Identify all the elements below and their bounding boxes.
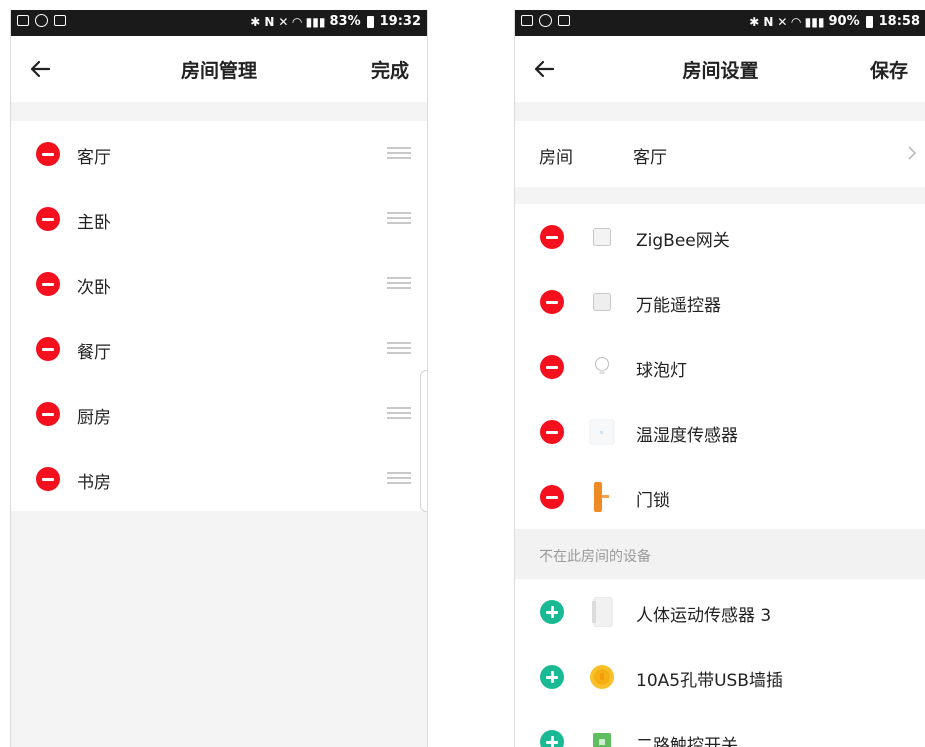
section-title: 不在此房间的设备	[539, 549, 651, 565]
device-row: 人体运动传感器 3	[515, 579, 925, 644]
other-device-list: 人体运动传感器 3 10A5孔带USB墙插 二路触控开关	[515, 579, 925, 747]
device-label: ZigBee网关	[636, 231, 730, 251]
status-bar: ✱ N ✕ ◠ ▮▮▮ 83% 19:32	[11, 10, 427, 36]
remove-room-button[interactable]	[36, 402, 60, 426]
clock: 19:32	[379, 14, 421, 29]
drag-handle-icon[interactable]	[387, 407, 411, 421]
battery-icon	[865, 15, 873, 28]
remove-device-button[interactable]	[540, 485, 564, 509]
battery-level: 90%	[828, 14, 860, 29]
room-field[interactable]: 房间 客厅	[515, 121, 925, 187]
drag-handle-icon[interactable]	[387, 147, 411, 161]
drag-handle-icon[interactable]	[387, 342, 411, 356]
signal-icon: ▮▮▮	[305, 14, 326, 29]
device-row: 10A5孔带USB墙插	[515, 644, 925, 709]
device-row: 门锁	[515, 464, 925, 529]
room-label: 主卧	[77, 213, 111, 233]
add-device-button[interactable]	[540, 730, 564, 747]
thermo-sensor-icon	[589, 418, 615, 446]
nfc-icon: N	[763, 14, 774, 29]
section-header: 不在此房间的设备	[515, 529, 925, 579]
drag-handle-icon[interactable]	[387, 212, 411, 226]
done-button[interactable]: 完成	[371, 56, 409, 83]
battery-icon	[366, 15, 374, 28]
room-settings-screen: ✱ N ✕ ◠ ▮▮▮ 90% 18:58 房间设置 保存 房间 客厅 ZigB…	[514, 10, 925, 747]
save-button[interactable]: 保存	[870, 56, 908, 83]
room-row: 餐厅	[11, 316, 427, 381]
room-label: 餐厅	[77, 343, 111, 363]
remove-room-button[interactable]	[36, 142, 60, 166]
device-row: ZigBee网关	[515, 204, 925, 269]
chevron-right-icon	[908, 146, 917, 160]
room-label: 次卧	[77, 278, 111, 298]
wall-socket-icon	[589, 663, 615, 691]
clock: 18:58	[878, 14, 920, 29]
motion-sensor-icon	[589, 597, 615, 627]
device-label: 二路触控开关	[636, 736, 738, 747]
remove-room-button[interactable]	[36, 337, 60, 361]
battery-level: 83%	[329, 14, 361, 29]
edge-panel-handle[interactable]	[420, 370, 427, 512]
in-room-device-list: ZigBee网关 万能遥控器 球泡灯 温湿度传感器 门锁	[515, 204, 925, 529]
room-row: 厨房	[11, 381, 427, 446]
remove-device-button[interactable]	[540, 420, 564, 444]
gateway-icon	[589, 223, 615, 251]
signal-icon: ▮▮▮	[804, 14, 825, 29]
remove-room-button[interactable]	[36, 272, 60, 296]
device-label: 门锁	[636, 491, 670, 511]
mail-notification-icon	[558, 15, 570, 26]
room-list: 客厅 主卧 次卧 餐厅 厨房 书房	[11, 121, 427, 511]
room-label: 客厅	[77, 148, 111, 168]
status-bar: ✱ N ✕ ◠ ▮▮▮ 90% 18:58	[515, 10, 925, 36]
room-row: 主卧	[11, 186, 427, 251]
gallery-notification-icon	[17, 15, 29, 26]
door-lock-icon	[589, 482, 615, 512]
bluetooth-icon: ✱	[250, 14, 261, 29]
mute-icon: ✕	[278, 14, 289, 29]
remote-icon	[589, 288, 615, 316]
bluetooth-icon: ✱	[749, 14, 760, 29]
room-field-label: 房间	[539, 148, 573, 168]
room-management-screen: ✱ N ✕ ◠ ▮▮▮ 83% 19:32 房间管理 完成 客厅 主卧 次卧 餐…	[10, 10, 428, 747]
mute-icon: ✕	[777, 14, 788, 29]
app-bar: 房间设置 保存	[515, 36, 925, 102]
mail-notification-icon	[54, 15, 66, 26]
touch-switch-icon	[589, 728, 615, 747]
remove-room-button[interactable]	[36, 207, 60, 231]
room-label: 厨房	[77, 408, 111, 428]
device-row: 万能遥控器	[515, 269, 925, 334]
drag-handle-icon[interactable]	[387, 472, 411, 486]
page-title: 房间管理	[180, 60, 257, 82]
room-row: 书房	[11, 446, 427, 511]
gallery-notification-icon	[521, 15, 533, 26]
remove-device-button[interactable]	[540, 355, 564, 379]
remove-device-button[interactable]	[540, 290, 564, 314]
drag-handle-icon[interactable]	[387, 277, 411, 291]
page-title: 房间设置	[682, 60, 759, 82]
device-label: 温湿度传感器	[636, 426, 738, 446]
room-label: 书房	[77, 473, 111, 493]
wifi-icon: ◠	[791, 14, 801, 29]
nfc-icon: N	[264, 14, 275, 29]
bulb-icon	[589, 353, 615, 381]
device-row: 二路触控开关	[515, 709, 925, 747]
device-label: 10A5孔带USB墙插	[636, 671, 783, 691]
remove-room-button[interactable]	[36, 467, 60, 491]
room-field-value: 客厅	[633, 148, 667, 168]
wifi-icon: ◠	[292, 14, 302, 29]
room-row: 次卧	[11, 251, 427, 316]
account-notification-icon	[35, 14, 48, 27]
device-row: 球泡灯	[515, 334, 925, 399]
device-label: 人体运动传感器 3	[636, 606, 772, 626]
account-notification-icon	[539, 14, 552, 27]
device-label: 万能遥控器	[636, 296, 721, 316]
device-label: 球泡灯	[636, 361, 687, 381]
remove-device-button[interactable]	[540, 225, 564, 249]
room-row: 客厅	[11, 121, 427, 186]
add-device-button[interactable]	[540, 665, 564, 689]
add-device-button[interactable]	[540, 600, 564, 624]
room-select-row[interactable]: 房间 客厅	[515, 121, 925, 187]
app-bar: 房间管理 完成	[11, 36, 427, 102]
device-row: 温湿度传感器	[515, 399, 925, 464]
